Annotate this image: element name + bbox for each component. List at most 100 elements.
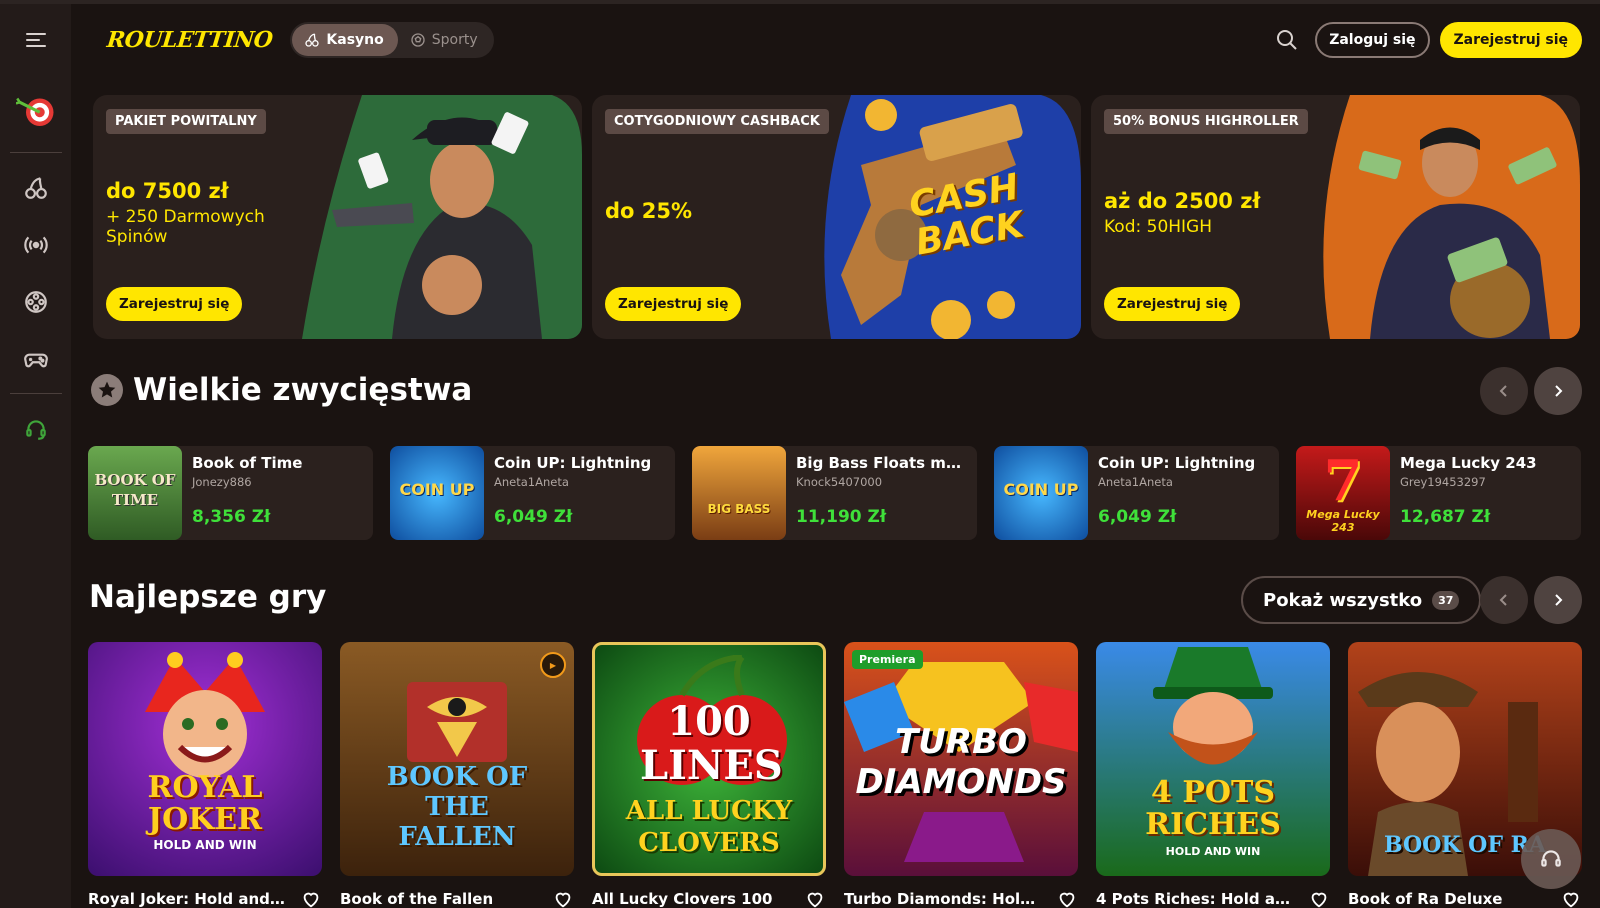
favorite-heart-icon[interactable] — [804, 888, 826, 908]
big-wins-list: BOOK OF TIME Book of Time Jonezy886 8,35… — [88, 446, 1581, 540]
win-game-name: Big Bass Floats my ... — [796, 454, 967, 472]
game-name: Book of the Fallen — [340, 890, 494, 908]
sidebar-item-sports-betting[interactable] — [0, 76, 71, 146]
sidebar-item-casino[interactable] — [0, 159, 71, 216]
win-card[interactable]: BIG BASS Big Bass Floats my ... Knock540… — [692, 446, 977, 540]
wins-next-button[interactable] — [1534, 367, 1582, 415]
favorite-heart-icon[interactable] — [1560, 888, 1582, 908]
win-username: Aneta1Aneta — [1098, 475, 1173, 489]
win-card[interactable]: 7 Mega Lucky 243 Mega Lucky 243 Grey1945… — [1296, 446, 1581, 540]
sidebar-divider — [9, 152, 62, 153]
win-amount: 11,190 Zł — [796, 507, 887, 527]
game-tile[interactable]: BOOK OF THE FALLEN ▶ Book of the Fallen — [340, 642, 574, 908]
chevron-left-icon — [1499, 385, 1507, 397]
favorite-heart-icon[interactable] — [1056, 888, 1078, 908]
thumbnail-label: 4 POTS RICHES — [1145, 775, 1281, 842]
tab-kasyno[interactable]: Kasyno — [292, 24, 398, 56]
live-broadcast-icon — [23, 236, 48, 253]
chevron-right-icon — [1555, 594, 1563, 606]
thumbnail-label: 100 LINES — [640, 698, 783, 789]
section-title: Najlepsze gry — [89, 579, 327, 615]
game-thumbnail: BOOK OF TIME — [88, 446, 182, 540]
support-headset-icon — [25, 419, 46, 440]
game-tile[interactable]: ROYAL JOKER HOLD AND WIN Royal Joker: Ho… — [88, 642, 322, 908]
promo-banner[interactable]: PAKIET POWITALNY do 7500 zł + 250 Darmow… — [93, 95, 582, 339]
game-thumbnail: TURBO DIAMONDS Premiera — [844, 642, 1078, 876]
game-name: All Lucky Clovers 100 — [592, 890, 773, 908]
banner-register-button[interactable]: Zarejestruj się — [106, 287, 243, 321]
win-card[interactable]: COIN UP Coin UP: Lightning Aneta1Aneta 6… — [390, 446, 675, 540]
gangster-illustration — [302, 95, 582, 339]
game-name: 4 Pots Riches: Hold and ... — [1096, 890, 1296, 908]
sidebar-item-live-casino[interactable] — [0, 273, 71, 330]
product-switch: Kasyno Sporty — [290, 22, 494, 58]
thumbnail-label: COIN UP — [399, 480, 475, 499]
thumbnail-label: COIN UP — [1003, 480, 1079, 499]
banner-tag: PAKIET POWITALNY — [106, 109, 266, 134]
banner-subtitle: Kod: 50HIGH — [1104, 217, 1213, 237]
highroller-illustration — [1323, 95, 1580, 339]
banner-tag: COTYGODNIOWY CASHBACK — [605, 109, 829, 134]
soccer-ball-icon — [411, 33, 425, 47]
lucky-seven-icon: 7 — [1323, 448, 1363, 514]
section-heading-big-wins: Wielkie zwycięstwa — [91, 372, 472, 408]
logo[interactable]: ROULETTINO — [106, 27, 274, 53]
sidebar-item-support[interactable] — [0, 400, 71, 457]
dart-target-icon — [15, 97, 53, 126]
game-thumbnail: BIG BASS — [692, 446, 786, 540]
chevron-left-icon — [1499, 594, 1507, 606]
win-game-name: Book of Time — [192, 454, 303, 472]
game-tile[interactable]: TURBO DIAMONDS Premiera Turbo Diamonds: … — [844, 642, 1078, 908]
game-tile[interactable]: 4 POTS RICHES HOLD AND WIN 4 Pots Riches… — [1096, 642, 1330, 908]
favorite-heart-icon[interactable] — [552, 888, 574, 908]
win-amount: 6,049 Zł — [1098, 507, 1177, 527]
live-chat-button[interactable] — [1521, 829, 1581, 889]
game-thumbnail: 100 LINES ALL LUCKY CLOVERS — [592, 642, 826, 876]
register-button[interactable]: Zarejestruj się — [1439, 22, 1582, 58]
show-all-label: Pokaż wszystko — [1263, 589, 1423, 611]
banner-register-button[interactable]: Zarejestruj się — [605, 287, 742, 321]
banner-title: do 25% — [605, 199, 693, 223]
promo-banner[interactable]: CASH BACK COTYGODNIOWY CASHBACK do 25% Z… — [592, 95, 1081, 339]
best-games-list: ROYAL JOKER HOLD AND WIN Royal Joker: Ho… — [88, 642, 1582, 908]
sidebar — [0, 76, 71, 908]
thumbnail-label: Mega Lucky 243 — [1306, 508, 1380, 534]
games-prev-button[interactable] — [1480, 576, 1528, 624]
search-button[interactable] — [1269, 22, 1305, 58]
banner-register-button[interactable]: Zarejestruj się — [1104, 287, 1241, 321]
section-title: Wielkie zwycięstwa — [133, 372, 473, 408]
tab-sporty[interactable]: Sporty — [398, 24, 492, 56]
tab-label: Sporty — [431, 32, 478, 48]
sidebar-divider — [9, 393, 62, 394]
cherry-icon — [305, 33, 320, 47]
game-tile[interactable]: 100 LINES ALL LUCKY CLOVERS All Lucky Cl… — [592, 642, 826, 908]
win-card[interactable]: COIN UP Coin UP: Lightning Aneta1Aneta 6… — [994, 446, 1279, 540]
games-next-button[interactable] — [1534, 576, 1582, 624]
login-button[interactable]: Zaloguj się — [1315, 22, 1430, 58]
win-game-name: Coin UP: Lightning — [494, 454, 652, 472]
sidebar-item-live[interactable] — [0, 216, 71, 273]
banner-subtitle: + 250 Darmowych Spinów — [106, 207, 265, 247]
thumbnail-sublabel: HOLD AND WIN — [153, 838, 257, 852]
menu-button[interactable] — [0, 4, 71, 76]
chevron-right-icon — [1555, 385, 1563, 397]
thumbnail-label: ROYAL JOKER — [147, 770, 263, 837]
promo-banner[interactable]: 50% BONUS HIGHROLLER aż do 2500 zł Kod: … — [1091, 95, 1580, 339]
win-game-name: Mega Lucky 243 — [1400, 454, 1537, 472]
win-game-name: Coin UP: Lightning — [1098, 454, 1256, 472]
win-username: Jonezy886 — [192, 475, 252, 489]
win-amount: 12,687 Zł — [1400, 507, 1491, 527]
win-card[interactable]: BOOK OF TIME Book of Time Jonezy886 8,35… — [88, 446, 373, 540]
game-name: Royal Joker: Hold and W... — [88, 890, 288, 908]
game-thumbnail: ROYAL JOKER HOLD AND WIN — [88, 642, 322, 876]
gamepad-icon — [23, 353, 48, 367]
show-all-button[interactable]: Pokaż wszystko 37 — [1241, 576, 1482, 624]
game-name: Book of Ra Deluxe — [1348, 890, 1503, 908]
star-icon — [91, 374, 123, 406]
favorite-heart-icon[interactable] — [1308, 888, 1330, 908]
premiere-badge: Premiera — [852, 650, 923, 669]
wins-prev-button[interactable] — [1480, 367, 1528, 415]
favorite-heart-icon[interactable] — [300, 888, 322, 908]
header: ROULETTINO Kasyno Sporty Zaloguj się Zar… — [0, 4, 1600, 76]
sidebar-item-games[interactable] — [0, 330, 71, 387]
